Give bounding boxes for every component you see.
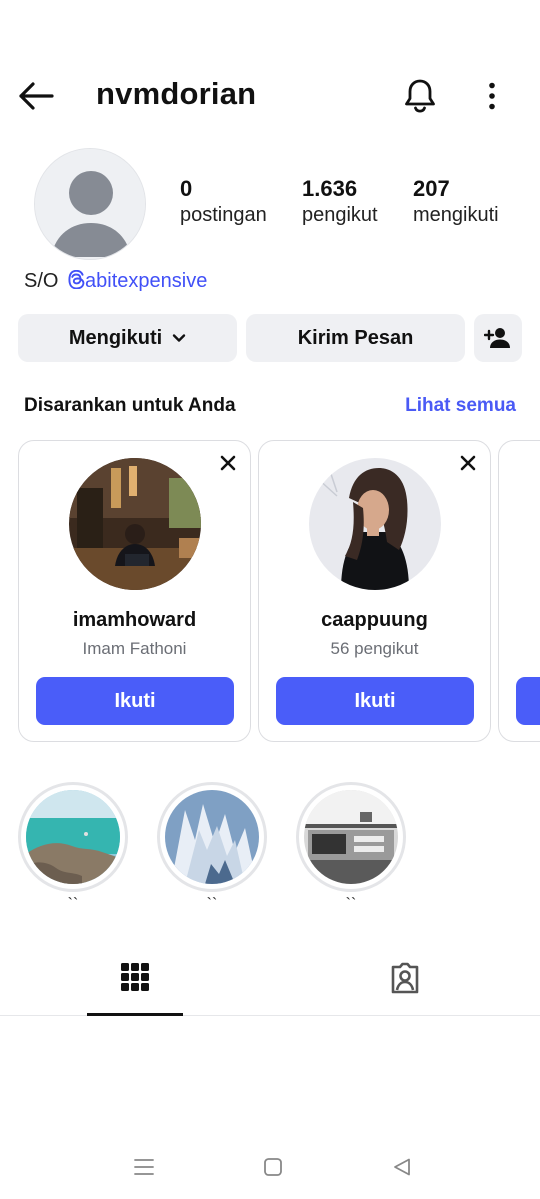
close-icon [220,455,236,471]
send-message-button[interactable]: Kirim Pesan [246,314,465,362]
system-back-button[interactable] [382,1152,422,1182]
see-all-link[interactable]: Lihat semua [405,395,516,417]
posts-label: postingan [180,204,267,226]
profile-username: nvmdorian [96,76,257,111]
highlight-label: `` [67,896,79,913]
story-highlight[interactable] [296,782,406,892]
more-vertical-icon [489,82,495,110]
following-label: mengikuti [413,204,499,226]
dismiss-button[interactable] [216,451,240,475]
dismiss-button[interactable] [456,451,480,475]
suggestion-username: caappuung [321,609,428,631]
highlight-label: `` [206,896,218,913]
add-user-icon [484,328,510,348]
chevron-down-icon [172,334,186,342]
follow-button[interactable]: Ikuti [276,677,474,725]
user-photo [309,458,441,590]
tab-tagged[interactable] [357,940,453,1016]
follow-button[interactable] [516,677,540,725]
bell-icon [405,79,435,113]
system-navigation-bar [0,1140,540,1199]
back-button[interactable] [14,78,58,114]
followers-label: pengikut [302,204,378,226]
following-stat[interactable]: 207 mengikuti [413,176,499,227]
threads-icon [68,269,85,290]
suggestions-title: Disarankan untuk Anda [24,395,236,416]
story-highlight[interactable] [18,782,128,892]
home-button[interactable] [253,1152,293,1182]
suggestion-card-partial[interactable] [498,440,540,742]
suggestion-card[interactable]: caappuung 56 pengikut Ikuti [258,440,491,742]
following-count: 207 [413,176,450,201]
more-options-button[interactable] [470,74,514,118]
back-triangle-icon [394,1158,410,1176]
tagged-user-icon [391,962,419,994]
follow-button[interactable]: Ikuti [36,677,234,725]
suggestion-follower-count: 56 pengikut [330,639,419,658]
user-photo [69,458,201,590]
followers-stat[interactable]: 1.636 pengikut [302,176,378,227]
profile-bio: S/O abitexpensive [24,269,208,293]
threads-handle: abitexpensive [85,270,208,292]
posts-stat[interactable]: 0 postingan [180,176,267,227]
default-avatar-icon [35,149,145,259]
profile-header: nvmdorian [0,60,540,132]
suggestion-card[interactable]: imamhoward Imam Fathoni Ikuti [18,440,251,742]
suggestion-username: imamhoward [72,609,197,631]
highlight-photo-beach [26,790,120,884]
highlight-photo-gym [304,790,398,884]
highlight-photo-snow [165,790,259,884]
following-button[interactable]: Mengikuti [18,314,237,362]
profile-tabs [0,940,540,1016]
suggestion-avatar[interactable] [309,458,441,590]
followers-count: 1.636 [302,176,358,201]
recent-apps-button[interactable] [124,1152,164,1182]
highlight-label: `` [345,896,357,913]
menu-icon [134,1159,154,1175]
notification-button[interactable] [398,74,442,118]
story-highlight[interactable] [157,782,267,892]
home-square-icon [264,1158,282,1176]
profile-avatar[interactable] [34,148,146,260]
suggestion-fullname: Imam Fathoni [82,639,187,658]
suggested-users-button[interactable] [474,314,522,362]
suggestion-avatar[interactable] [69,458,201,590]
bio-text: S/O [24,270,59,292]
grid-icon [121,962,149,991]
arrow-left-icon [19,82,54,110]
close-icon [460,455,476,471]
following-button-label: Mengikuti [68,326,163,349]
tab-posts-grid[interactable] [87,940,183,1016]
threads-link[interactable]: abitexpensive [64,269,208,292]
posts-count: 0 [180,176,193,201]
send-message-label: Kirim Pesan [297,326,414,349]
